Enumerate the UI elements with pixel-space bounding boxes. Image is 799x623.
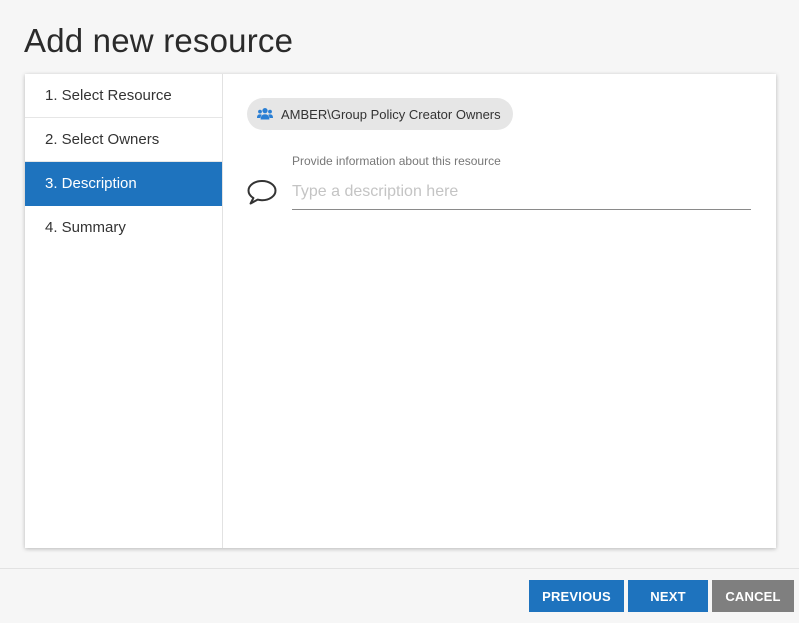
next-button[interactable]: NEXT bbox=[628, 580, 708, 612]
footer-bar: PREVIOUS NEXT CANCEL bbox=[0, 568, 799, 623]
step-description[interactable]: 3. Description bbox=[25, 162, 222, 206]
description-label: Provide information about this resource bbox=[292, 154, 501, 168]
resource-chip-label: AMBER\Group Policy Creator Owners bbox=[281, 106, 501, 122]
step-summary[interactable]: 4. Summary bbox=[25, 206, 222, 250]
wizard-steps: 1. Select Resource 2. Select Owners 3. D… bbox=[25, 74, 223, 548]
page-title: Add new resource bbox=[24, 22, 294, 59]
description-input[interactable] bbox=[292, 174, 751, 210]
step-select-owners[interactable]: 2. Select Owners bbox=[25, 118, 222, 162]
resource-chip: AMBER\Group Policy Creator Owners bbox=[247, 98, 513, 130]
add-resource-page: Add new resource 1. Select Resource 2. S… bbox=[0, 0, 799, 623]
group-icon bbox=[257, 107, 273, 121]
previous-button[interactable]: PREVIOUS bbox=[529, 580, 624, 612]
speech-bubble-icon bbox=[246, 178, 278, 206]
wizard-card: 1. Select Resource 2. Select Owners 3. D… bbox=[25, 74, 776, 548]
step-content: AMBER\Group Policy Creator Owners Provid… bbox=[223, 74, 776, 548]
cancel-button[interactable]: CANCEL bbox=[712, 580, 794, 612]
step-select-resource[interactable]: 1. Select Resource bbox=[25, 74, 222, 118]
